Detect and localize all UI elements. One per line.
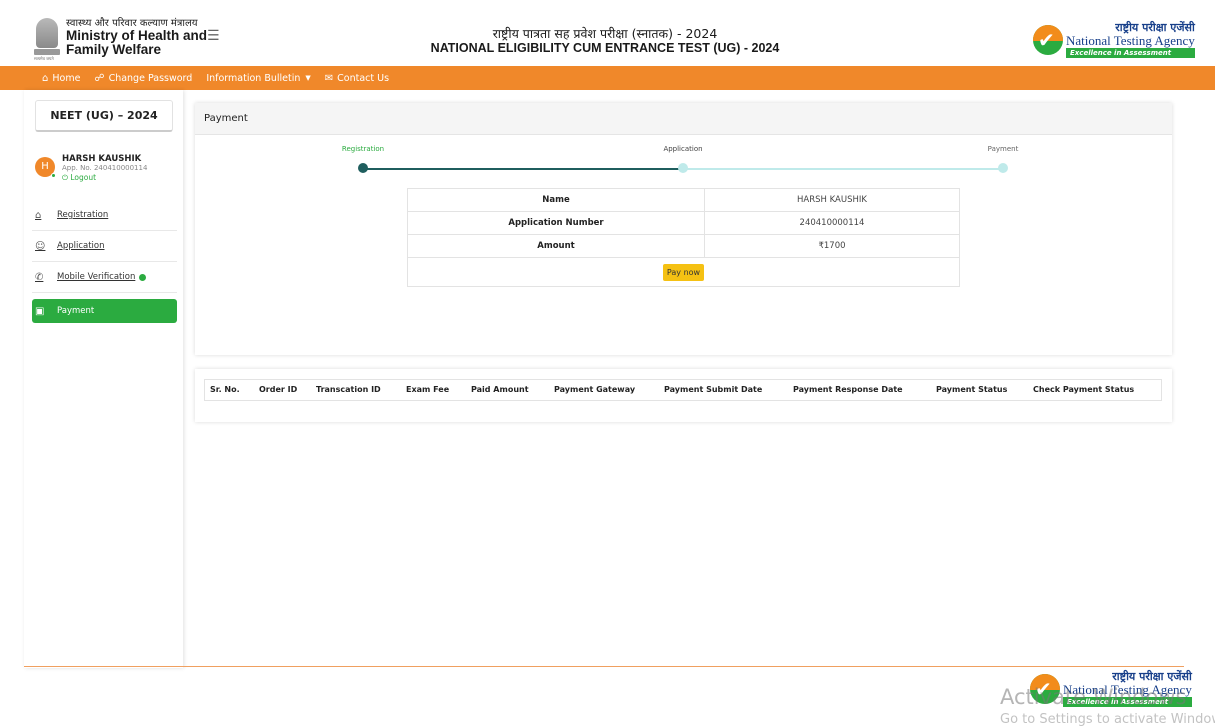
sidebar-menu: ⌂ Registration ☺ Application ✆ Mobile Ve… bbox=[32, 200, 177, 323]
column-header: Sr. No. bbox=[210, 385, 240, 394]
sidebar-item-label: Application bbox=[57, 241, 105, 251]
step-dot-registration bbox=[358, 163, 368, 173]
header: सत्यमेव जयते स्वास्थ्य और परिवार कल्याण … bbox=[0, 0, 1215, 66]
row-value: 240410000114 bbox=[704, 211, 960, 235]
column-header: Payment Gateway bbox=[554, 385, 636, 394]
top-navbar: ⌂ Home ☍ Change Password Information Bul… bbox=[0, 66, 1215, 90]
column-header: Transcation ID bbox=[316, 385, 381, 394]
user-name: HARSH KAUSHIK bbox=[62, 154, 142, 164]
table-row: Amount ₹1700 bbox=[407, 234, 960, 258]
footer-divider bbox=[24, 666, 1184, 667]
payment-summary-table: Name HARSH KAUSHIK Application Number 24… bbox=[407, 188, 960, 287]
avatar-initial: H bbox=[41, 161, 49, 172]
nta-check-icon bbox=[1033, 25, 1063, 55]
home-icon: ⌂ bbox=[42, 72, 49, 84]
ministry-line1: Ministry of Health and bbox=[66, 28, 208, 43]
user-add-icon: ☺ bbox=[35, 240, 46, 252]
title-english: NATIONAL ELIGIBILITY CUM ENTRANCE TEST (… bbox=[430, 41, 780, 55]
ministry-line2: Family Welfare bbox=[66, 42, 162, 57]
nav-home-label: Home bbox=[52, 72, 81, 84]
column-header: Payment Submit Date bbox=[664, 385, 763, 394]
step-line-pending bbox=[683, 168, 1003, 170]
title-hindi: राष्ट्रीय पात्रता सह प्रवेश परीक्षा (स्न… bbox=[492, 26, 718, 41]
nta-tagline: Excellence in Assessment bbox=[1066, 48, 1195, 58]
nta-logo: राष्ट्रीय परीक्षा एजेंसी National Testin… bbox=[1033, 22, 1195, 58]
activate-windows-hint: Go to Settings to activate Windows. bbox=[1000, 712, 1215, 726]
logout-link[interactable]: ⏻ Logout bbox=[62, 173, 147, 183]
nav-information-bulletin-label: Information Bulletin bbox=[206, 72, 301, 84]
phone-icon: ✆ bbox=[35, 271, 44, 283]
exam-name: NEET (UG) – 2024 bbox=[35, 100, 173, 132]
step-dot-payment bbox=[998, 163, 1008, 173]
payment-heading: Payment bbox=[195, 103, 1172, 135]
column-header: Check Payment Status bbox=[1033, 385, 1135, 394]
sidebar-item-application[interactable]: ☺ Application bbox=[32, 231, 177, 262]
step-label-application: Application bbox=[663, 145, 703, 153]
nav-change-password[interactable]: ☍ Change Password bbox=[94, 73, 192, 84]
row-label: Amount bbox=[407, 234, 705, 258]
nav-home[interactable]: ⌂ Home bbox=[42, 73, 80, 84]
column-header: Payment Status bbox=[936, 385, 1008, 394]
sidebar-item-label: Payment bbox=[57, 306, 95, 316]
row-value: ₹1700 bbox=[704, 234, 960, 258]
row-label: Application Number bbox=[407, 211, 705, 235]
sidebar-item-label: Registration bbox=[57, 210, 109, 220]
emblem-motto: सत्यमेव जयते bbox=[34, 56, 54, 61]
row-label: Name bbox=[407, 188, 705, 212]
sidebar-item-label: Mobile Verification bbox=[57, 272, 136, 282]
table-row: Application Number 240410000114 bbox=[407, 211, 960, 235]
caret-down-icon: ▼ bbox=[305, 74, 311, 82]
user-profile: H HARSH KAUSHIK App. No. 240410000114 ⏻ … bbox=[35, 154, 147, 183]
sidebar-item-mobile-verification[interactable]: ✆ Mobile Verification bbox=[32, 262, 177, 293]
nav-contact-us-label: Contact Us bbox=[337, 72, 390, 84]
sidebar: NEET (UG) – 2024 H HARSH KAUSHIK App. No… bbox=[24, 90, 183, 668]
nav-change-password-label: Change Password bbox=[108, 72, 193, 84]
payment-card: Payment Registration Application Payment… bbox=[195, 103, 1172, 355]
sidebar-item-payment[interactable]: ▣ Payment bbox=[32, 299, 177, 323]
avatar: H bbox=[35, 157, 56, 178]
payment-history-table: Sr. No. Order ID Transcation ID Exam Fee… bbox=[204, 379, 1162, 401]
column-header: Order ID bbox=[259, 385, 298, 394]
step-label-payment: Payment bbox=[987, 145, 1019, 153]
online-status-icon bbox=[51, 173, 56, 178]
progress-stepper: Registration Application Payment bbox=[195, 135, 1172, 185]
card-icon: ▣ bbox=[35, 305, 45, 317]
step-dot-application bbox=[678, 163, 688, 173]
verified-icon bbox=[139, 273, 147, 281]
application-number: App. No. 240410000114 bbox=[62, 164, 148, 172]
row-value: HARSH KAUSHIK bbox=[704, 188, 960, 212]
pay-now-button[interactable]: Pay now bbox=[662, 263, 705, 281]
column-header: Payment Response Date bbox=[793, 385, 903, 394]
home-icon: ⌂ bbox=[35, 209, 42, 221]
page-title: राष्ट्रीय पात्रता सह प्रवेश परीक्षा (स्न… bbox=[400, 26, 810, 56]
column-header: Exam Fee bbox=[406, 385, 450, 394]
activate-windows-watermark: Activate Windows bbox=[1000, 685, 1187, 709]
logout-label: Logout bbox=[70, 173, 97, 182]
nta-english: National Testing Agency bbox=[1066, 33, 1195, 48]
contact-icon: ✉ bbox=[324, 72, 334, 84]
payment-history-card: Sr. No. Order ID Transcation ID Exam Fee… bbox=[195, 369, 1172, 422]
menu-toggle-icon[interactable]: ☰ bbox=[207, 28, 220, 44]
sidebar-item-registration[interactable]: ⌂ Registration bbox=[32, 200, 177, 231]
step-label-registration: Registration bbox=[341, 145, 385, 153]
column-header: Paid Amount bbox=[471, 385, 529, 394]
table-row: Name HARSH KAUSHIK bbox=[407, 188, 960, 212]
step-line-done bbox=[363, 168, 683, 170]
table-row: Pay now bbox=[407, 257, 960, 287]
national-emblem-icon: सत्यमेव जयते bbox=[34, 18, 60, 61]
lock-icon: ☍ bbox=[94, 72, 105, 84]
nav-information-bulletin[interactable]: Information Bulletin ▼ bbox=[206, 73, 310, 84]
power-icon: ⏻ bbox=[62, 173, 68, 182]
nav-contact-us[interactable]: ✉ Contact Us bbox=[325, 73, 389, 84]
ministry-logo: सत्यमेव जयते स्वास्थ्य और परिवार कल्याण … bbox=[34, 18, 208, 61]
